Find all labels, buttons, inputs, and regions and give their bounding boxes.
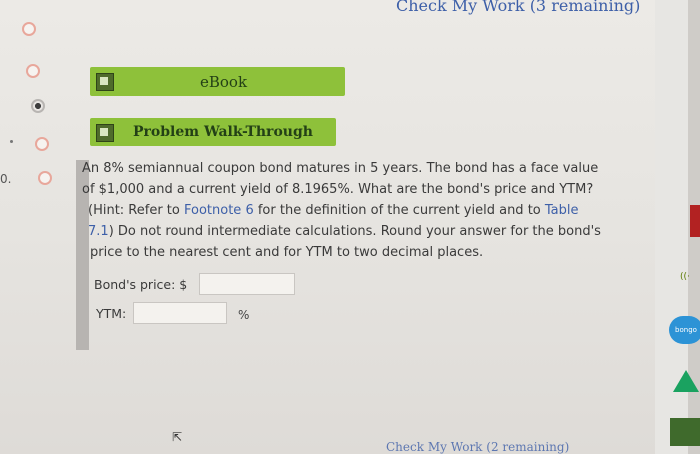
table-7-1-link[interactable]: 7.1: [88, 224, 109, 239]
bullet-dot: [10, 140, 13, 143]
nav-radio-5[interactable]: [38, 171, 52, 185]
footnote-6-link[interactable]: Footnote 6: [184, 203, 254, 218]
bond-price-input[interactable]: [199, 273, 295, 295]
red-bookmark-icon: [690, 205, 700, 237]
question-number: 0.: [0, 172, 12, 186]
check-my-work-link[interactable]: Check My Work (3 remaining): [396, 0, 640, 15]
problem-text: An 8% semiannual coupon bond matures in …: [82, 158, 642, 263]
nav-radio-3-selected[interactable]: [31, 99, 45, 113]
problem-line-5: price to the nearest cent and for YTM to…: [90, 245, 484, 260]
audio-icon[interactable]: ((·: [680, 272, 690, 282]
mouse-cursor-icon: ⇱: [172, 430, 183, 444]
calculator-icon[interactable]: [670, 418, 700, 446]
walkthrough-icon: [96, 124, 114, 142]
check-my-work-link-bottom[interactable]: Check My Work (2 remaining): [386, 440, 569, 454]
ytm-label: YTM:: [96, 306, 127, 321]
problem-line-3: (Hint: Refer to Footnote 6 for the defin…: [82, 200, 642, 221]
table-link[interactable]: Table: [545, 203, 579, 218]
instructions-text: ) Do not round intermediate calculations…: [108, 224, 601, 239]
nav-radio-2[interactable]: [26, 64, 40, 78]
ebook-icon: [96, 73, 114, 91]
ytm-percent-unit: %: [238, 308, 250, 322]
hint-middle: for the definition of the current yield …: [253, 203, 545, 218]
bond-price-label: Bond's price: $: [94, 277, 188, 292]
nav-radio-4[interactable]: [35, 137, 49, 151]
ytm-input[interactable]: [133, 302, 227, 324]
bongo-badge-icon[interactable]: bongo: [669, 316, 700, 344]
hint-prefix: (Hint: Refer to: [88, 203, 184, 218]
ebook-label: eBook: [200, 73, 248, 91]
problem-line-1: An 8% semiannual coupon bond matures in …: [82, 161, 599, 176]
drive-icon[interactable]: [673, 370, 699, 392]
nav-radio-1[interactable]: [22, 22, 36, 36]
problem-walkthrough-label: Problem Walk-Through: [133, 124, 313, 140]
problem-line-2: of $1,000 and a current yield of 8.1965%…: [82, 182, 594, 197]
problem-line-4: 7.1) Do not round intermediate calculati…: [82, 221, 642, 242]
